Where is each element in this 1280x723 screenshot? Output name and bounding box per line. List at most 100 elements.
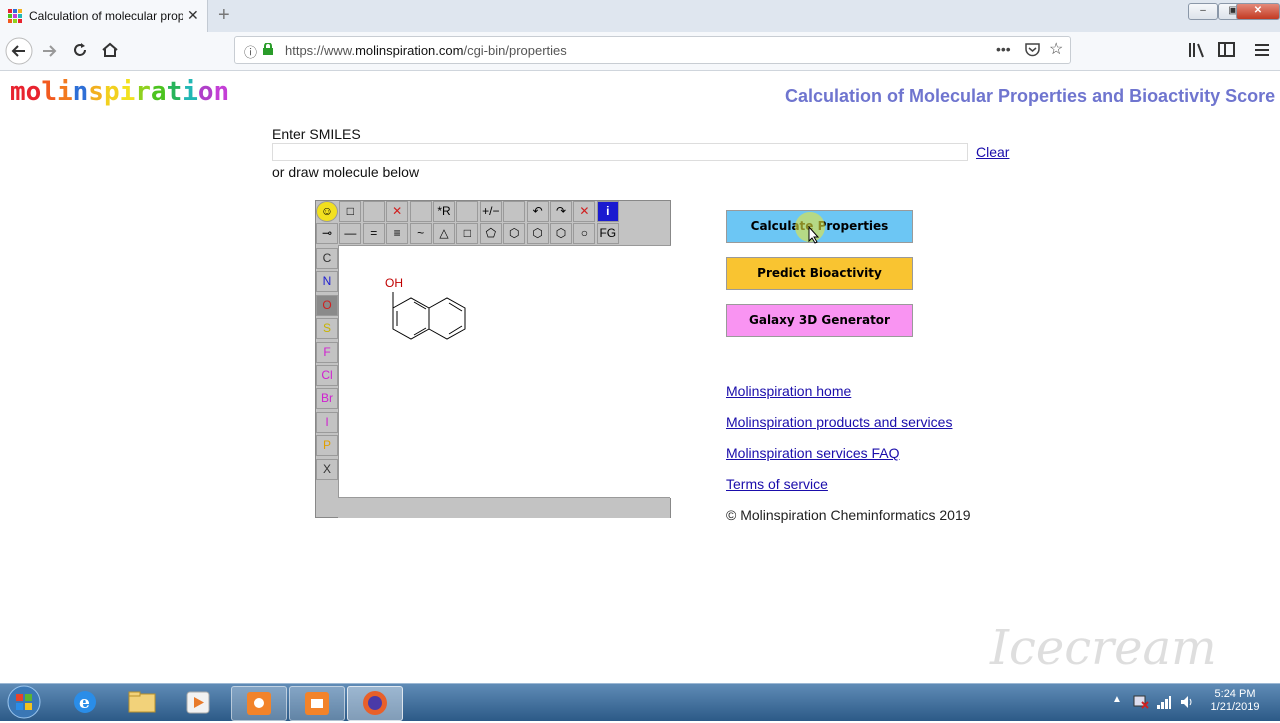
atom-button[interactable]: N <box>316 271 338 293</box>
editor-tool-button[interactable]: ⬡ <box>526 223 549 244</box>
editor-tool-button[interactable] <box>409 201 432 222</box>
address-bar[interactable]: ⓘ https://www.molinspiration.com/cgi-bin… <box>234 36 1071 64</box>
editor-tool-button[interactable]: ⬡ <box>503 223 526 244</box>
logo-letter: r <box>135 77 151 107</box>
site-info-icon[interactable]: ⓘ <box>244 42 257 61</box>
logo-letter: i <box>56 77 73 107</box>
menu-icon[interactable] <box>1254 42 1270 58</box>
taskbar-media-player[interactable] <box>172 686 226 719</box>
logo-letter: i <box>182 77 198 107</box>
library-icon[interactable] <box>1188 42 1206 58</box>
editor-tool-button[interactable]: ☺ <box>316 201 338 222</box>
system-clock[interactable]: 5:24 PM 1/21/2019 <box>1205 688 1265 714</box>
taskbar-icecream-recorder-1[interactable] <box>231 686 287 721</box>
link-services-faq[interactable]: Molinspiration services FAQ <box>726 445 900 461</box>
editor-tool-button[interactable]: ↷ <box>550 201 572 222</box>
taskbar-firefox[interactable] <box>347 686 403 721</box>
editor-tool-button[interactable]: ↶ <box>526 201 549 222</box>
naphthol-structure <box>392 292 466 340</box>
logo-letter: n <box>213 77 230 107</box>
new-tab-button[interactable]: + <box>218 4 230 27</box>
page-actions-icon[interactable]: ••• <box>996 41 1011 57</box>
camera-icon <box>305 692 329 715</box>
media-player-icon <box>186 691 210 714</box>
molinspiration-logo[interactable]: molinspiration <box>10 77 229 107</box>
molecule-drawing: OH <box>385 276 466 340</box>
atom-button[interactable]: Cl <box>316 365 338 386</box>
logo-letter: t <box>166 77 183 107</box>
atom-button[interactable]: X <box>316 458 338 480</box>
tab-close-icon[interactable]: ✕ <box>187 7 199 24</box>
editor-tool-button[interactable]: +/− <box>479 201 502 222</box>
logo-letter: a <box>150 77 167 107</box>
mouse-cursor-icon <box>808 226 820 244</box>
logo-letter: o <box>197 77 214 107</box>
link-terms-of-service[interactable]: Terms of service <box>726 476 828 492</box>
taskbar-file-explorer[interactable] <box>115 686 169 719</box>
editor-tool-button[interactable]: *R <box>433 201 455 222</box>
atom-button[interactable]: I <box>316 411 338 433</box>
smiles-input[interactable] <box>272 143 968 161</box>
home-icon[interactable] <box>101 41 119 59</box>
browser-tab[interactable]: Calculation of molecular prope ✕ <box>0 0 208 32</box>
atom-button[interactable]: S <box>316 318 338 340</box>
minimize-button[interactable]: ‒ <box>1188 3 1218 20</box>
clock-time: 5:24 PM <box>1214 688 1256 700</box>
editor-tool-button[interactable] <box>503 201 526 222</box>
editor-tool-button[interactable]: ≡ <box>386 223 409 244</box>
galaxy-3d-generator-button[interactable]: Galaxy 3D Generator <box>726 304 913 337</box>
volume-icon[interactable] <box>1179 694 1195 710</box>
editor-tool-button[interactable]: ⬡ <box>550 223 572 244</box>
tab-strip: Calculation of molecular prope ✕ + ‒ ▣ ✕ <box>0 0 1280 32</box>
bookmark-star-icon[interactable]: ☆ <box>1049 39 1063 59</box>
editor-tool-button[interactable]: ✕ <box>573 201 596 222</box>
atom-button[interactable]: Br <box>316 388 338 410</box>
atom-button[interactable]: C <box>316 248 338 269</box>
atom-button[interactable]: P <box>316 435 338 457</box>
editor-tool-button[interactable]: ⬠ <box>479 223 502 244</box>
forward-icon[interactable] <box>40 42 58 60</box>
editor-tool-button[interactable]: FG <box>596 223 619 244</box>
editor-tool-button[interactable]: □ <box>456 223 479 244</box>
predict-bioactivity-button[interactable]: Predict Bioactivity <box>726 257 913 290</box>
draw-label: or draw molecule below <box>272 164 420 180</box>
start-button-icon[interactable] <box>6 685 42 719</box>
sidebar-icon[interactable] <box>1218 42 1236 58</box>
url-text: https://www.molinspiration.com/cgi-bin/p… <box>285 43 567 58</box>
icecream-recorder-icon <box>247 692 271 715</box>
window-close-button[interactable]: ✕ <box>1236 3 1280 20</box>
clock-date: 1/21/2019 <box>1210 701 1260 713</box>
editor-status-bar <box>338 497 670 518</box>
link-products-services[interactable]: Molinspiration products and services <box>726 414 952 430</box>
editor-tool-button[interactable]: — <box>339 223 362 244</box>
show-hidden-icons[interactable]: ▲ <box>1112 694 1122 705</box>
drawing-canvas[interactable]: OH <box>338 245 671 498</box>
editor-tool-button[interactable]: □ <box>339 201 362 222</box>
network-warning-icon[interactable] <box>1133 694 1149 710</box>
pocket-icon[interactable] <box>1025 43 1040 57</box>
editor-tool-button[interactable]: ○ <box>573 223 596 244</box>
atom-button[interactable]: F <box>316 341 338 363</box>
editor-tool-button[interactable]: = <box>362 223 385 244</box>
editor-tool-button[interactable]: i <box>596 201 619 222</box>
logo-letter: o <box>25 77 42 107</box>
atom-button[interactable]: O <box>316 294 338 316</box>
editor-tool-button[interactable]: ✕ <box>386 201 409 222</box>
reload-icon[interactable] <box>71 41 89 59</box>
link-molinspiration-home[interactable]: Molinspiration home <box>726 383 851 399</box>
taskbar-internet-explorer[interactable]: e <box>58 686 112 719</box>
editor-tool-button[interactable]: △ <box>433 223 455 244</box>
firefox-icon <box>363 691 387 715</box>
signal-icon[interactable] <box>1156 694 1172 710</box>
copyright-text: © Molinspiration Cheminformatics 2019 <box>726 507 971 523</box>
editor-tool-button[interactable]: ⊸ <box>316 223 338 244</box>
taskbar: e ▲ 5:24 PM 1/21/2019 <box>0 683 1280 721</box>
editor-tool-button[interactable] <box>362 201 385 222</box>
back-icon[interactable] <box>5 37 33 65</box>
logo-letter: n <box>72 77 89 107</box>
taskbar-icecream-recorder-2[interactable] <box>289 686 345 721</box>
clear-link[interactable]: Clear <box>976 144 1009 160</box>
editor-tool-button[interactable]: ~ <box>409 223 432 244</box>
editor-tool-button[interactable] <box>456 201 479 222</box>
svg-text:e: e <box>79 693 90 713</box>
